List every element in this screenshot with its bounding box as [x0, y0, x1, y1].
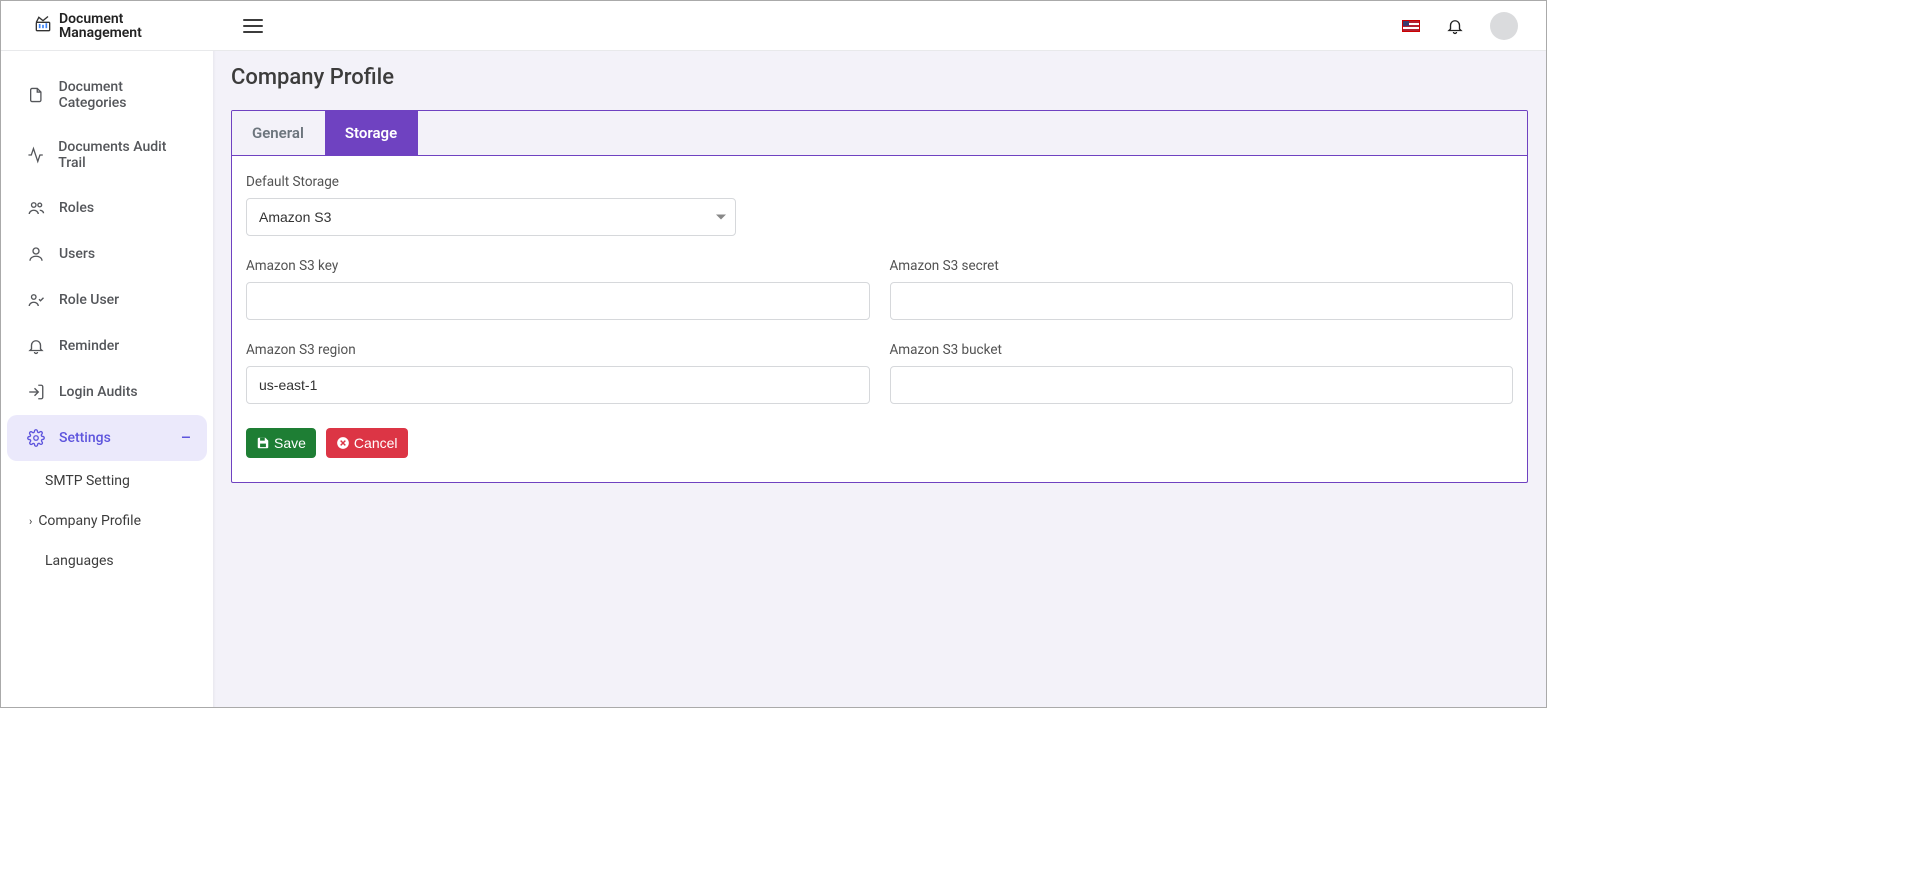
- sidebar-item-role-user[interactable]: Role User: [7, 277, 207, 323]
- sidebar-item-login-audits[interactable]: Login Audits: [7, 369, 207, 415]
- gear-icon: [27, 429, 45, 447]
- default-storage-select[interactable]: [246, 198, 736, 236]
- file-icon: [27, 86, 45, 104]
- notifications-icon[interactable]: [1446, 17, 1464, 35]
- card: General Storage Default Storage Amazon S…: [231, 110, 1528, 483]
- user-icon: [27, 245, 45, 263]
- logo-icon: [33, 14, 53, 38]
- sidebar-item-document-categories[interactable]: Document Categories: [7, 65, 207, 125]
- s3-bucket-label: Amazon S3 bucket: [890, 342, 1514, 358]
- sidebar-item-reminder[interactable]: Reminder: [7, 323, 207, 369]
- sidebar-item-settings[interactable]: Settings –: [7, 415, 207, 461]
- sidebar-subitem-label: Languages: [45, 553, 114, 569]
- sidebar-item-label: Roles: [59, 200, 94, 216]
- header-right: [1402, 12, 1518, 40]
- logo-text: Document Management: [59, 12, 142, 40]
- sidebar-item-label: Reminder: [59, 338, 119, 354]
- bell-icon: [27, 337, 45, 355]
- sidebar-item-label: Role User: [59, 292, 119, 308]
- sidebar-item-audit-trail[interactable]: Documents Audit Trail: [7, 125, 207, 185]
- login-icon: [27, 383, 45, 401]
- s3-region-input[interactable]: [246, 366, 870, 404]
- s3-region-label: Amazon S3 region: [246, 342, 870, 358]
- tab-general[interactable]: General: [232, 111, 325, 155]
- row-region-bucket: Amazon S3 region Amazon S3 bucket: [246, 342, 1513, 404]
- s3-secret-input[interactable]: [890, 282, 1514, 320]
- save-button-label: Save: [274, 435, 306, 451]
- cancel-button[interactable]: Cancel: [326, 428, 408, 458]
- sidebar-item-label: Settings: [59, 430, 111, 446]
- tab-storage[interactable]: Storage: [325, 111, 418, 155]
- default-storage-select-wrap: [246, 198, 736, 236]
- sidebar-subitem-company-profile[interactable]: › Company Profile: [1, 501, 213, 541]
- sidebar-subitem-label: Company Profile: [38, 513, 141, 529]
- sidebar-item-users[interactable]: Users: [7, 231, 207, 277]
- s3-key-label: Amazon S3 key: [246, 258, 870, 274]
- sidebar-item-roles[interactable]: Roles: [7, 185, 207, 231]
- s3-bucket-input[interactable]: [890, 366, 1514, 404]
- users-icon: [27, 199, 45, 217]
- save-icon: [256, 436, 270, 450]
- save-button[interactable]: Save: [246, 428, 316, 458]
- page-title: Company Profile: [231, 65, 1528, 90]
- user-check-icon: [27, 291, 45, 309]
- sidebar-item-label: Users: [59, 246, 95, 262]
- cancel-button-label: Cancel: [354, 435, 398, 451]
- activity-icon: [27, 146, 44, 164]
- sidebar-subitem-languages[interactable]: Languages: [1, 541, 213, 581]
- chevron-right-icon: ›: [29, 515, 32, 528]
- sidebar-item-label: Login Audits: [59, 384, 138, 400]
- avatar[interactable]: [1490, 12, 1518, 40]
- sidebar-subitem-label: SMTP Setting: [45, 473, 130, 489]
- collapse-icon: –: [181, 430, 191, 446]
- tabs: General Storage: [232, 111, 1527, 156]
- s3-secret-label: Amazon S3 secret: [890, 258, 1514, 274]
- sidebar-item-label: Document Categories: [59, 79, 191, 111]
- sidebar-item-label: Documents Audit Trail: [58, 139, 191, 171]
- logo[interactable]: Document Management: [33, 12, 239, 40]
- actions: Save Cancel: [246, 428, 1513, 458]
- sidebar: Document Categories Documents Audit Trai…: [1, 51, 213, 707]
- card-body: Default Storage Amazon S3 key Amazon S3 …: [232, 156, 1527, 482]
- language-flag-icon[interactable]: [1402, 20, 1420, 32]
- main: Company Profile General Storage Default …: [213, 51, 1546, 707]
- header: Document Management: [1, 1, 1546, 51]
- default-storage-label: Default Storage: [246, 174, 1513, 190]
- row-key-secret: Amazon S3 key Amazon S3 secret: [246, 258, 1513, 320]
- cancel-icon: [336, 436, 350, 450]
- menu-toggle-icon[interactable]: [239, 15, 267, 37]
- s3-key-input[interactable]: [246, 282, 870, 320]
- sidebar-subitem-smtp[interactable]: SMTP Setting: [1, 461, 213, 501]
